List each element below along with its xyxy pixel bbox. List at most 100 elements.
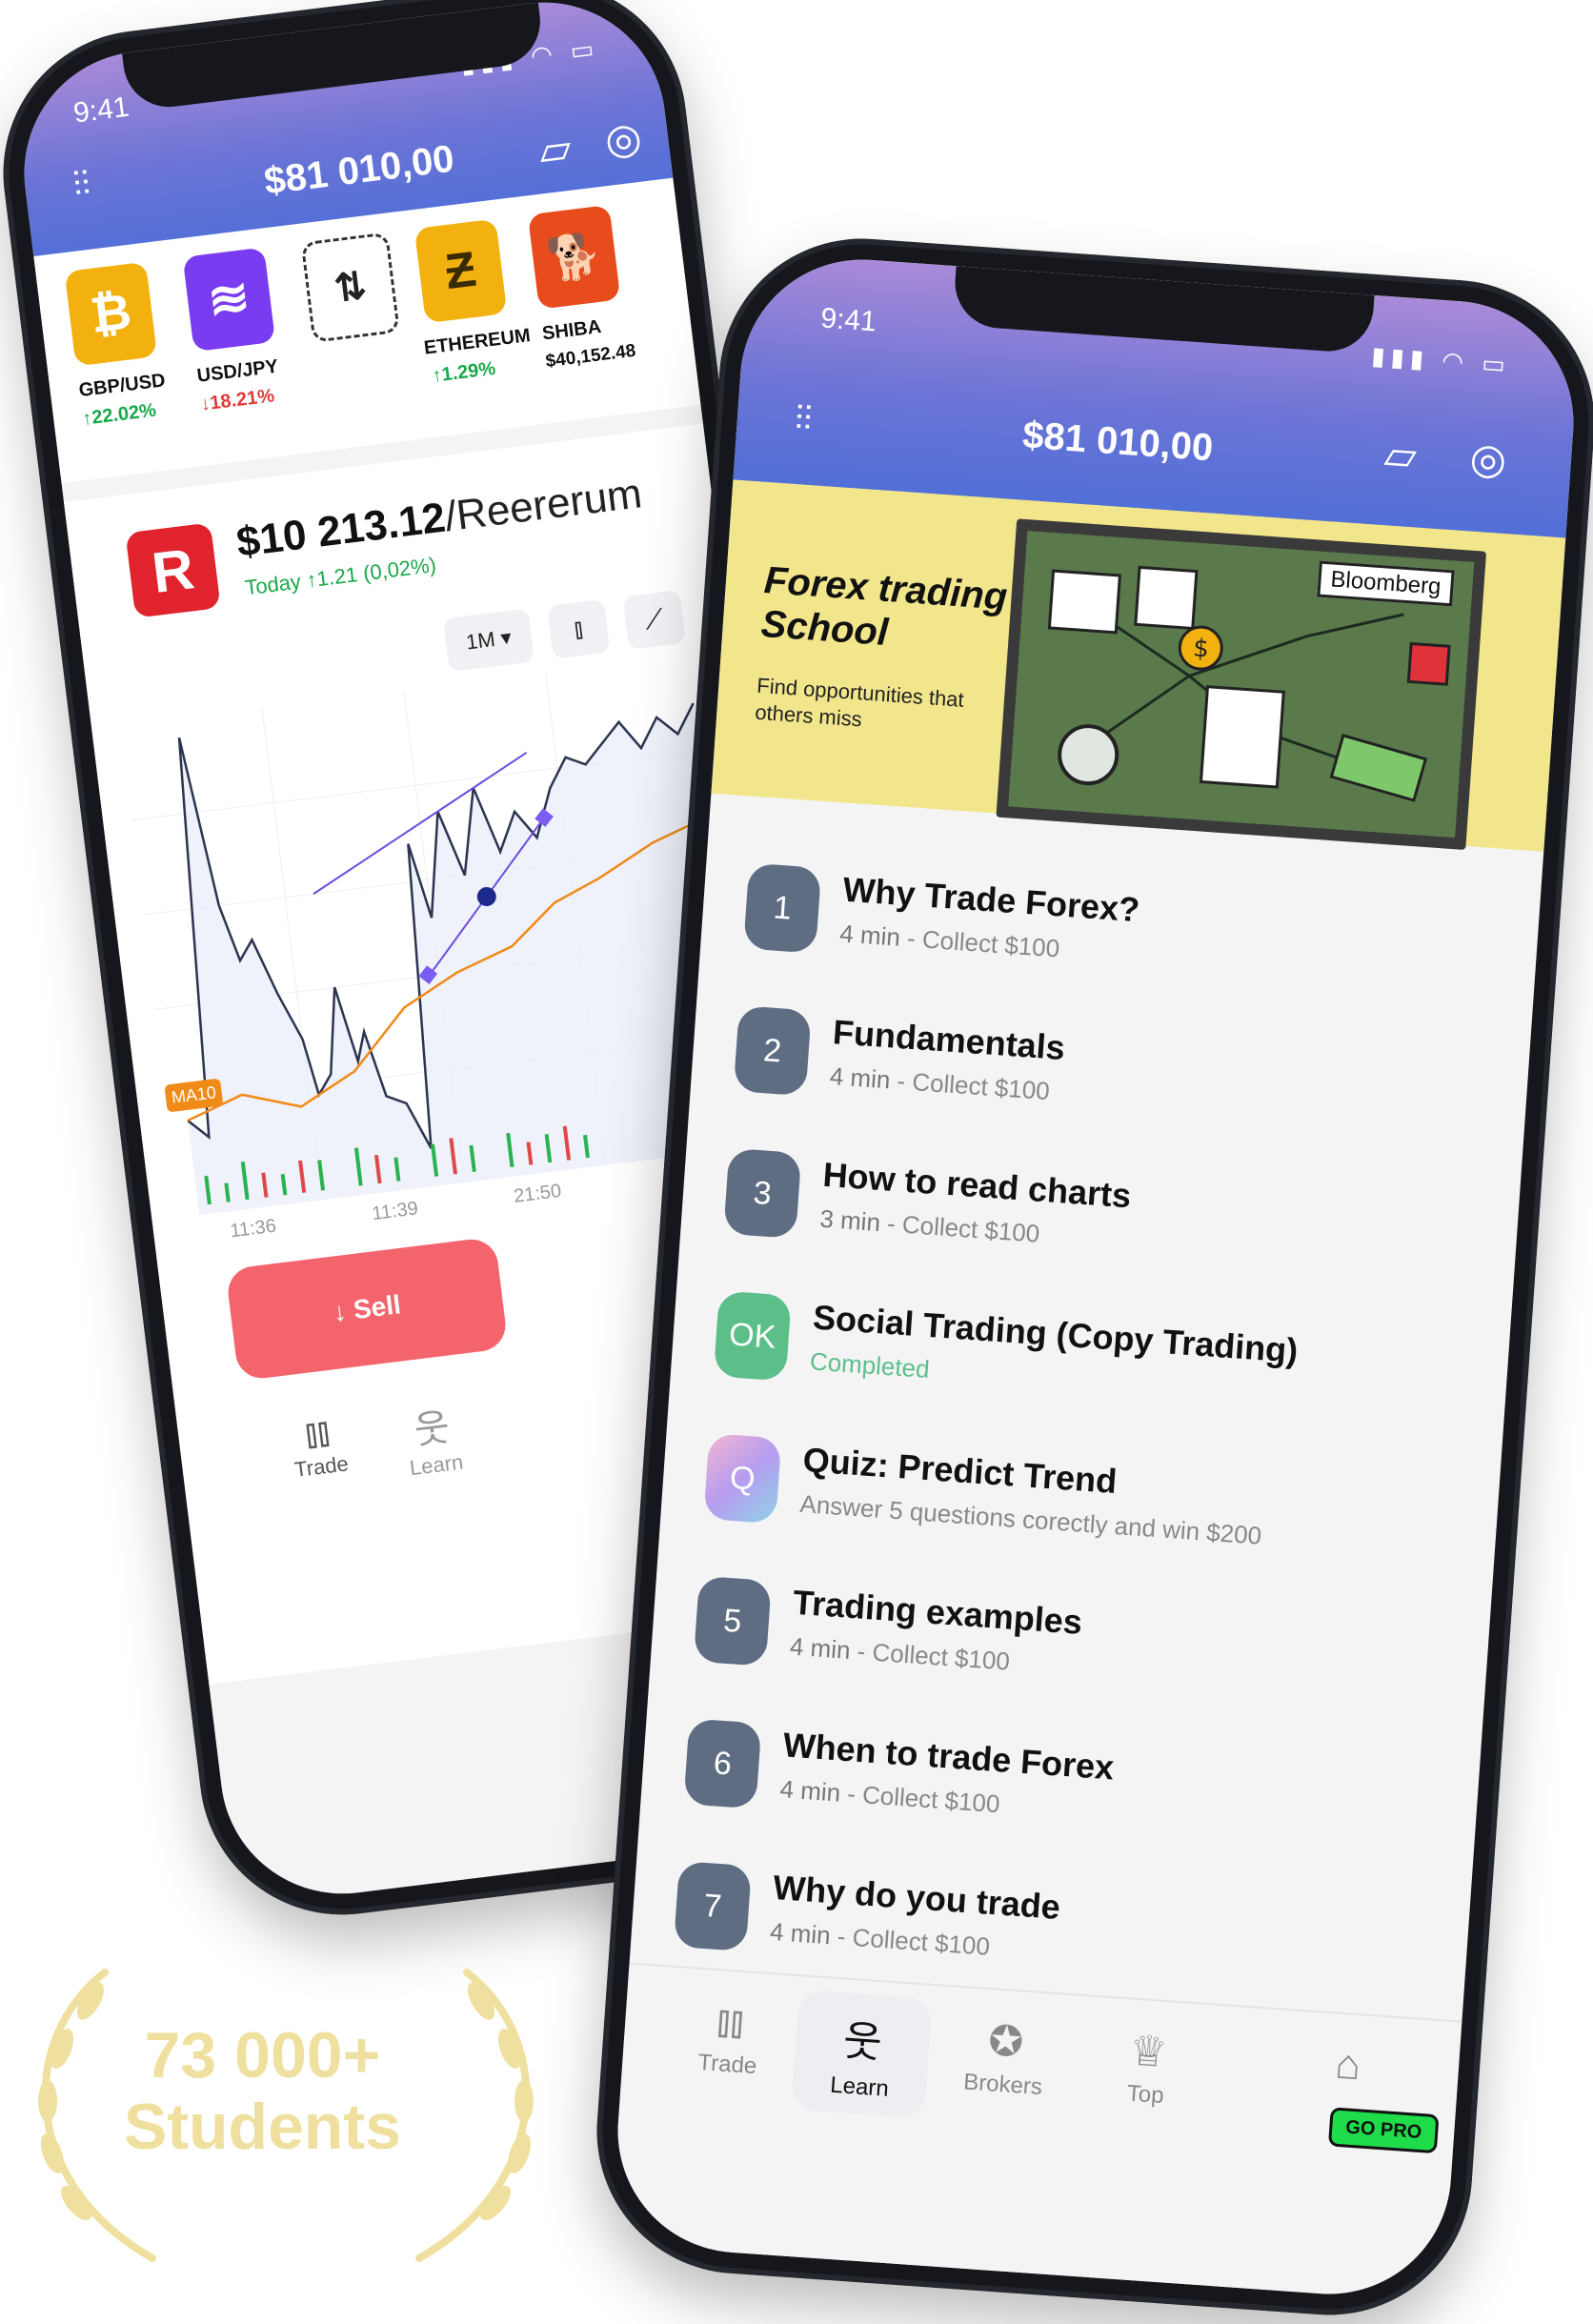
usd-jpy-icon[interactable]: ≋ xyxy=(182,247,276,353)
lesson-meta: 4 min - Collect $100 xyxy=(829,1061,1051,1106)
lesson-meta: 4 min - Collect $100 xyxy=(779,1774,1001,1819)
students-number: 73 000+ xyxy=(144,2019,381,2092)
medal-icon: ✪ xyxy=(986,2017,1025,2067)
swap-icon[interactable]: ⇅ xyxy=(300,232,400,343)
lesson-number-badge: 2 xyxy=(733,1005,812,1097)
lesson-item[interactable]: 3 How to read charts 3 min - Collect $10… xyxy=(722,1147,1490,1306)
lesson-item[interactable]: 5 Trading examples 4 min - Collect $100 xyxy=(692,1575,1460,1734)
coin-price: $40,152.48 xyxy=(544,340,637,373)
time-label: 21:50 xyxy=(513,1180,563,1207)
lesson-reward: - Collect $100 xyxy=(839,1778,1001,1819)
magic-wand-icon[interactable]: ⟋ xyxy=(622,589,686,650)
status-time: 9:41 xyxy=(819,302,877,338)
lesson-number-badge: 5 xyxy=(693,1575,772,1667)
lesson-duration: 4 min xyxy=(778,1774,842,1808)
lesson-item[interactable]: 6 When to trade Forex 4 min - Collect $1… xyxy=(682,1718,1450,1876)
lesson-number-badge: 6 xyxy=(683,1718,762,1809)
lesson-title: Why Trade Forex? xyxy=(841,869,1141,930)
lesson-reward: - Collect $100 xyxy=(829,1921,991,1961)
tab-learn[interactable]: 웃 Learn xyxy=(791,1990,933,2119)
balance: $81 010,00 xyxy=(261,137,456,203)
learn-phone: 9:41 ▮▮▮ ◠ ▭ ⫶⫶ $81 010,00 ▱ ◎ Forex tra… xyxy=(587,229,1593,2324)
candles-icon[interactable]: ⫾ xyxy=(547,598,611,659)
tab-label: Trade xyxy=(292,1451,350,1482)
lesson-number-badge: 7 xyxy=(673,1861,752,1952)
profile-icon[interactable]: ◎ xyxy=(602,112,644,165)
lesson-item[interactable]: 1 Why Trade Forex? 4 min - Collect $100 xyxy=(742,862,1510,1021)
lesson-meta: 4 min - Collect $100 xyxy=(769,1917,991,1962)
lesson-duration: 3 min xyxy=(818,1203,882,1238)
tab-trade[interactable]: ⫾⫾ Trade xyxy=(660,1993,799,2083)
tab-top[interactable]: ♕ Top xyxy=(1078,2023,1217,2113)
price-area-fill xyxy=(179,703,748,1216)
bitcoin-icon[interactable]: ₿ xyxy=(64,261,158,367)
asset-price: $10 213.12/Reererum xyxy=(234,470,645,567)
lesson-meta: 4 min - Collect $100 xyxy=(838,919,1060,963)
learn-screen: 9:41 ▮▮▮ ◠ ▭ ⫶⫶ $81 010,00 ▱ ◎ Forex tra… xyxy=(609,251,1583,2303)
quiz-description: Answer 5 questions corectly and win $200 xyxy=(798,1488,1263,1550)
school-banner[interactable]: Forex trading School Find opportunities … xyxy=(711,479,1566,852)
quiz-item[interactable]: Q Quiz: Predict Trend Answer 5 questions… xyxy=(702,1433,1470,1591)
tab-learn[interactable]: 웃 Learn xyxy=(367,1390,499,1485)
quiz-badge: Q xyxy=(703,1433,782,1525)
lesson-status: Completed xyxy=(809,1346,931,1384)
timeframe-select[interactable]: 1M ▾ xyxy=(442,608,535,673)
tab-brokers[interactable]: ✪ Brokers xyxy=(936,2013,1075,2104)
tab-label: Trade xyxy=(696,2049,758,2080)
status-time: 9:41 xyxy=(71,91,131,130)
store-icon: ⌂ xyxy=(1333,2040,1362,2090)
lesson-title: Why do you trade xyxy=(772,1867,1062,1927)
lesson-reward: - Collect $100 xyxy=(878,1208,1041,1248)
coin-change: ↑1.29% xyxy=(431,357,497,387)
sell-button[interactable]: ↓ Sell xyxy=(225,1236,509,1382)
banner-subtitle: Find opportunities that others miss xyxy=(754,673,965,731)
lesson-meta: 4 min - Collect $100 xyxy=(789,1632,1011,1677)
tab-store[interactable]: ⌂ xyxy=(1280,2037,1417,2100)
learn-icon: 웃 xyxy=(412,1406,453,1453)
students-count: 73 000+ Students xyxy=(124,2020,401,2163)
lesson-item[interactable]: 2 Fundamentals 4 min - Collect $100 xyxy=(732,1005,1500,1163)
coin-label: GBP/USD xyxy=(77,370,167,402)
lesson-duration: 4 min xyxy=(789,1631,852,1665)
banner-title-line2: School xyxy=(759,602,890,655)
time-label: 11:39 xyxy=(371,1198,420,1225)
filters-icon[interactable]: ⫶⫶ xyxy=(794,398,814,440)
banner-title: Forex trading School xyxy=(759,558,1008,663)
coin-change: ↑22.02% xyxy=(81,399,158,430)
asset-logo: R xyxy=(125,522,221,618)
candles-icon: ⫾⫾ xyxy=(302,1410,333,1456)
lesson-meta: 3 min - Collect $100 xyxy=(818,1203,1041,1249)
coin-label: ETHEREUM xyxy=(422,325,532,359)
profile-icon[interactable]: ◎ xyxy=(1468,434,1508,485)
asset-name: /Reererum xyxy=(442,470,645,541)
lesson-duration: 4 min xyxy=(769,1916,832,1950)
svg-text:$: $ xyxy=(1192,635,1210,664)
shiba-icon[interactable]: 🐕 xyxy=(527,204,621,310)
wallet-icon[interactable]: ▱ xyxy=(1382,430,1418,480)
time-label: 11:36 xyxy=(229,1215,278,1243)
learn-icon: 웃 xyxy=(841,2017,884,2068)
tab-label: Top xyxy=(1126,2080,1165,2110)
signal-wifi-battery-icon: ▮▮▮ ◠ ▭ xyxy=(1370,340,1512,380)
tab-label: Brokers xyxy=(962,2069,1043,2101)
coin-label: USD/JPY xyxy=(195,355,280,387)
lesson-reward: - Collect $100 xyxy=(889,1065,1051,1106)
lesson-number-badge: 1 xyxy=(743,862,822,954)
tab-label: Learn xyxy=(829,2071,890,2102)
filters-icon[interactable]: ⫶⫶ xyxy=(71,163,92,206)
ethereum-icon[interactable]: Ƶ xyxy=(413,218,508,324)
lesson-item-completed[interactable]: OK Social Trading (Copy Trading) Complet… xyxy=(712,1290,1480,1448)
lesson-number-badge: 3 xyxy=(723,1147,802,1239)
tab-trade[interactable]: ⫾⫾ Trade xyxy=(253,1405,385,1486)
candles-icon: ⫾⫾ xyxy=(715,1997,746,2047)
tab-label: Learn xyxy=(408,1449,465,1481)
completed-badge: OK xyxy=(713,1290,792,1382)
lesson-title: Fundamentals xyxy=(831,1012,1067,1068)
trophy-icon: ♕ xyxy=(1128,2027,1169,2077)
balance: $81 010,00 xyxy=(1020,414,1215,470)
lesson-reward: - Collect $100 xyxy=(849,1636,1011,1676)
go-pro-badge[interactable]: GO PRO xyxy=(1327,2107,1440,2154)
lesson-duration: 4 min xyxy=(838,919,901,952)
students-label: Students xyxy=(124,2090,401,2163)
wallet-icon[interactable]: ▱ xyxy=(536,124,575,176)
